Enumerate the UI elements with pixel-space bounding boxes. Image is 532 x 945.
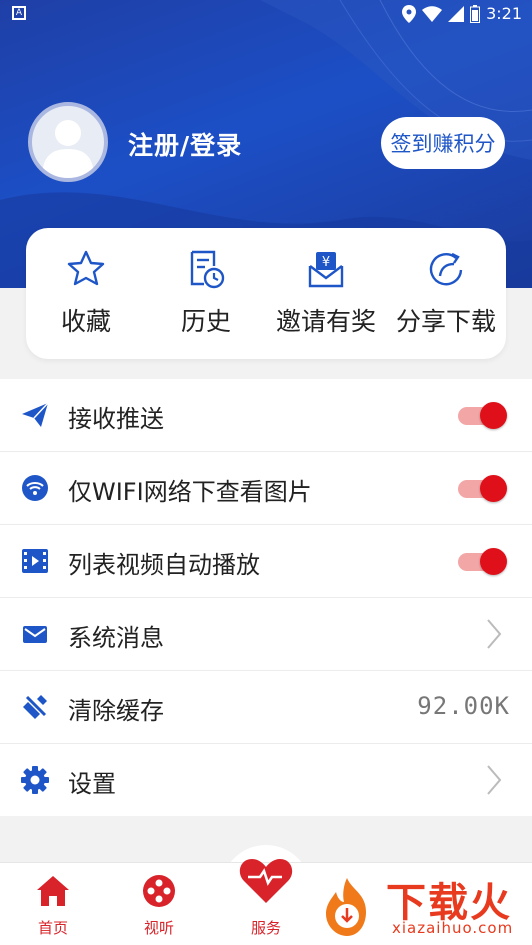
invite-reward-icon: ¥ <box>308 252 344 288</box>
media-icon <box>143 875 175 907</box>
avatar[interactable] <box>28 102 108 182</box>
flame-logo-icon <box>326 878 366 936</box>
tab-media[interactable]: 视听 <box>119 863 199 945</box>
heart-icon <box>239 859 293 903</box>
share-icon <box>429 252 463 286</box>
setting-label: 清除缓存 <box>68 697 164 725</box>
setting-label: 设置 <box>68 770 116 798</box>
wifi-signal-icon <box>422 5 443 22</box>
status-time: 3:21 <box>486 4 522 23</box>
tab-label: 视听 <box>143 919 174 937</box>
setting-label: 仅WIFI网络下查看图片 <box>68 478 312 506</box>
quick-action-label: 收藏 <box>60 307 111 336</box>
tab-label: 首页 <box>37 919 68 937</box>
app-notification-icon: A <box>12 6 26 20</box>
setting-autoplay-video: 列表视频自动播放 <box>0 525 532 598</box>
chevron-right-icon <box>487 619 502 649</box>
user-avatar-icon <box>42 120 94 178</box>
star-icon <box>67 250 105 286</box>
setting-system-messages[interactable]: 系统消息 <box>0 598 532 671</box>
watermark-url: xiazaihuo.com <box>392 919 514 937</box>
setting-settings[interactable]: 设置 <box>0 744 532 816</box>
tab-home[interactable]: 首页 <box>13 863 93 945</box>
wifi-images-toggle[interactable] <box>456 475 508 502</box>
broom-icon <box>23 695 47 719</box>
setting-label: 接收推送 <box>68 405 164 433</box>
quick-actions-card: 收藏 历史 ¥ 邀请有奖 分享下载 <box>26 228 506 359</box>
setting-wifi-images: 仅WIFI网络下查看图片 <box>0 452 532 525</box>
tab-services[interactable]: 服务 <box>226 845 306 945</box>
location-icon <box>402 4 417 23</box>
login-register-link[interactable]: 注册/登录 <box>128 126 242 162</box>
cache-size-value: 92.00K <box>417 692 510 720</box>
settings-list: 接收推送 仅WIFI网络下查看图片 列表视频自动播放 系统消息 清除缓存 92.… <box>0 379 532 816</box>
setting-receive-push: 接收推送 <box>0 379 532 452</box>
quick-action-share[interactable]: 分享下载 <box>386 228 506 359</box>
quick-action-history[interactable]: 历史 <box>146 228 266 359</box>
video-icon <box>22 549 48 573</box>
tab-label: 服务 <box>250 919 281 937</box>
gear-icon <box>21 766 49 794</box>
checkin-points-button[interactable]: 签到赚积分 <box>381 117 505 169</box>
setting-label: 系统消息 <box>68 624 164 652</box>
quick-action-favorites[interactable]: 收藏 <box>26 228 146 359</box>
battery-icon <box>470 4 481 23</box>
setting-clear-cache[interactable]: 清除缓存 92.00K <box>0 671 532 744</box>
watermark: 下载火 xiazaihuo.com <box>314 868 532 944</box>
mail-icon <box>23 626 47 643</box>
quick-action-label: 分享下载 <box>395 307 496 336</box>
autoplay-video-toggle[interactable] <box>456 548 508 575</box>
quick-action-invite[interactable]: ¥ 邀请有奖 <box>266 228 386 359</box>
setting-label: 列表视频自动播放 <box>68 551 260 579</box>
quick-action-label: 邀请有奖 <box>275 307 376 336</box>
send-icon <box>22 402 49 427</box>
history-icon <box>190 250 225 289</box>
wifi-icon <box>22 475 48 501</box>
svg-text:¥: ¥ <box>322 255 330 270</box>
cell-signal-icon <box>448 5 465 22</box>
receive-push-toggle[interactable] <box>456 402 508 429</box>
status-bar: A 3:21 <box>0 0 532 28</box>
quick-action-label: 历史 <box>180 307 231 336</box>
chevron-right-icon <box>487 765 502 795</box>
home-icon <box>37 876 69 906</box>
